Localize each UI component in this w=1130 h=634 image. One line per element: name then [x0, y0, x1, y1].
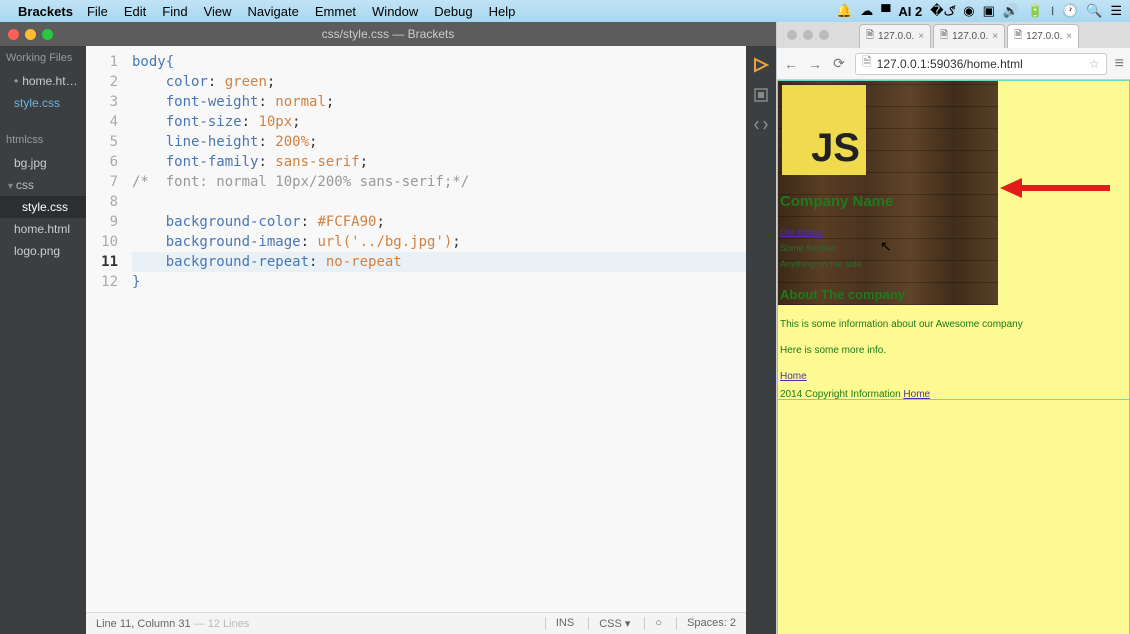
- notifications-icon[interactable]: 🔔: [836, 3, 852, 19]
- menu-view[interactable]: View: [204, 4, 232, 19]
- menu-file[interactable]: File: [87, 4, 108, 19]
- menu-navigate[interactable]: Navigate: [248, 4, 299, 19]
- chat-icon[interactable]: ▀: [881, 4, 890, 19]
- close-tab-icon[interactable]: ×: [992, 31, 998, 42]
- clock-icon[interactable]: 🕐: [1062, 3, 1078, 19]
- page-icon: 🗎: [940, 28, 948, 45]
- page-icon: 🗎: [862, 53, 872, 74]
- maximize-icon[interactable]: [42, 29, 53, 40]
- menu-help[interactable]: Help: [489, 4, 516, 19]
- brackets-window: css/style.css — Brackets Working Files h…: [0, 22, 776, 634]
- menu-emmet[interactable]: Emmet: [315, 4, 356, 19]
- chrome-toolbar: ← → ⟳ 🗎 127.0.0.1:59036/home.html ☆ ≡: [777, 48, 1130, 80]
- extensions-icon[interactable]: [752, 86, 770, 104]
- brackets-right-toolbar: [746, 46, 776, 634]
- browser-tab-active[interactable]: 🗎127.0.0.×: [1007, 24, 1079, 48]
- menu-find[interactable]: Find: [162, 4, 187, 19]
- nav-link[interactable]: Some Section: [780, 243, 836, 253]
- code-content[interactable]: body{ color: green; font-weight: normal;…: [128, 46, 746, 612]
- bookmark-icon[interactable]: ☆: [1089, 57, 1100, 71]
- adobe-icon[interactable]: AI 2: [898, 4, 922, 19]
- url-input[interactable]: 🗎 127.0.0.1:59036/home.html ☆: [855, 53, 1107, 75]
- minimize-icon[interactable]: [803, 30, 813, 40]
- chrome-window: 🗎127.0.0.× 🗎127.0.0.× 🗎127.0.0.× ← → ⟳ 🗎…: [776, 22, 1130, 634]
- page-paragraph: Here is some more info.: [780, 345, 886, 356]
- project-header[interactable]: htmlcss: [0, 128, 86, 152]
- close-icon[interactable]: [787, 30, 797, 40]
- home-link[interactable]: Home: [780, 371, 807, 382]
- page-icon: 🗎: [1014, 28, 1022, 45]
- working-file[interactable]: home.html: [0, 70, 86, 92]
- chrome-tabstrip: 🗎127.0.0.× 🗎127.0.0.× 🗎127.0.0.×: [777, 22, 1130, 48]
- close-icon[interactable]: [8, 29, 19, 40]
- display-icon[interactable]: ▣: [983, 3, 995, 19]
- browser-tab[interactable]: 🗎127.0.0.×: [859, 24, 931, 48]
- url-text: 127.0.0.1:59036/home.html: [877, 57, 1023, 71]
- tree-file[interactable]: logo.png: [0, 240, 86, 262]
- code-editor[interactable]: 123456789101112 body{ color: green; font…: [86, 46, 746, 612]
- sync-icon[interactable]: ◉: [963, 3, 974, 19]
- forward-icon[interactable]: →: [807, 56, 823, 72]
- window-title: css/style.css — Brackets: [0, 27, 776, 41]
- working-file[interactable]: style.css: [0, 92, 86, 114]
- menubar-app-name[interactable]: Brackets: [18, 4, 73, 19]
- page-paragraph: This is some information about our Aweso…: [780, 319, 1023, 330]
- cloud-icon[interactable]: ☁: [860, 3, 873, 19]
- mac-menubar: Brackets File Edit Find View Navigate Em…: [0, 0, 1130, 22]
- volume-icon[interactable]: 🔊: [1003, 3, 1019, 19]
- browser-tab[interactable]: 🗎127.0.0.×: [933, 24, 1005, 48]
- circle-icon[interactable]: ○: [644, 617, 662, 630]
- tree-file-active[interactable]: style.css: [0, 196, 86, 218]
- hamburger-icon[interactable]: ≡: [1115, 55, 1124, 73]
- insert-mode[interactable]: INS: [545, 617, 574, 630]
- page-h1: Company Name: [780, 193, 893, 210]
- code-icon[interactable]: [752, 116, 770, 134]
- battery-icon[interactable]: 🔋: [1027, 3, 1043, 19]
- working-files-header: Working Files: [0, 46, 86, 70]
- nav-link[interactable]: Our Home: [780, 227, 822, 237]
- traffic-lights: [0, 29, 53, 40]
- back-icon[interactable]: ←: [783, 56, 799, 72]
- rendered-page: JS Company Name Our Home Some Section An…: [777, 80, 1130, 634]
- nav-link[interactable]: Anything on the side: [780, 259, 862, 269]
- brackets-titlebar: css/style.css — Brackets: [0, 22, 776, 46]
- js-logo: JS: [782, 85, 866, 175]
- divider: [778, 399, 1129, 400]
- reload-icon[interactable]: ⟳: [831, 55, 847, 72]
- list-icon[interactable]: ☰: [1110, 3, 1122, 19]
- page-icon: 🗎: [866, 28, 874, 45]
- language-mode[interactable]: CSS ▾: [588, 617, 630, 630]
- maximize-icon[interactable]: [819, 30, 829, 40]
- indent-mode[interactable]: Spaces: 2: [676, 617, 736, 630]
- brackets-sidebar: Working Files home.html style.css htmlcs…: [0, 46, 86, 634]
- menu-debug[interactable]: Debug: [434, 4, 472, 19]
- editor-area: 123456789101112 body{ color: green; font…: [86, 46, 746, 634]
- tree-file[interactable]: bg.jpg: [0, 152, 86, 174]
- line-gutter: 123456789101112: [86, 46, 128, 612]
- menu-window[interactable]: Window: [372, 4, 418, 19]
- tree-folder[interactable]: css: [0, 174, 86, 196]
- line-count: 12 Lines: [208, 618, 250, 630]
- menu-edit[interactable]: Edit: [124, 4, 146, 19]
- status-bar: Line 11, Column 31 — 12 Lines INS CSS ▾ …: [86, 612, 746, 634]
- wifi-icon[interactable]: ⧙: [1051, 3, 1054, 19]
- page-h2: About The company: [780, 287, 905, 302]
- tree-file[interactable]: home.html: [0, 218, 86, 240]
- dropbox-icon[interactable]: �ګ: [930, 3, 955, 19]
- menubar-right: 🔔 ☁ ▀ AI 2 �ګ ◉ ▣ 🔊 🔋 ⧙ 🕐 🔍 ☰: [836, 3, 1122, 19]
- cursor-position: Line 11, Column 31: [96, 618, 191, 630]
- close-tab-icon[interactable]: ×: [918, 31, 924, 42]
- live-preview-icon[interactable]: [752, 56, 770, 74]
- close-tab-icon[interactable]: ×: [1066, 31, 1072, 42]
- spotlight-icon[interactable]: 🔍: [1086, 3, 1102, 19]
- minimize-icon[interactable]: [25, 29, 36, 40]
